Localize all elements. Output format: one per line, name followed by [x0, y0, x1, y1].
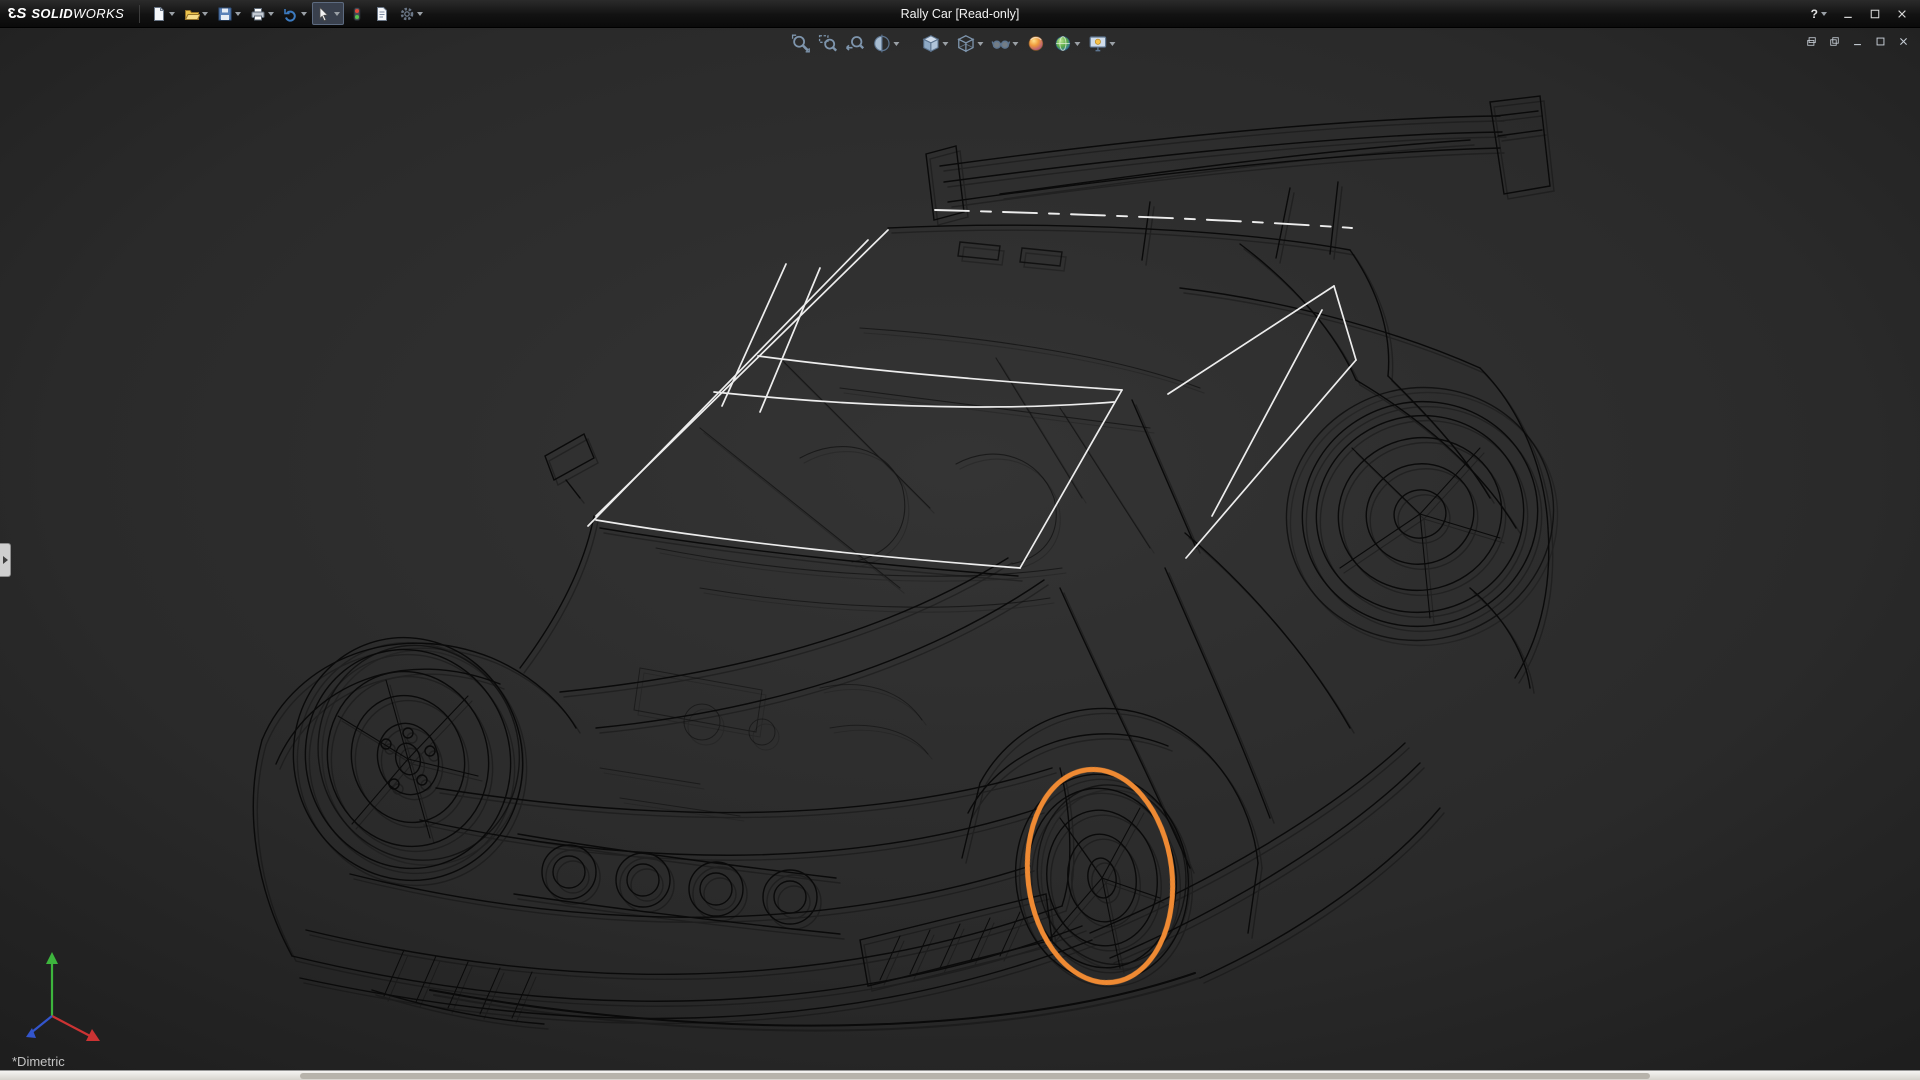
doc-maximize-button[interactable] — [1871, 34, 1889, 49]
rally-car-wireframe-view[interactable] — [0, 28, 1920, 1070]
win-restore-icon — [1829, 36, 1840, 47]
doc-close-button[interactable] — [1894, 34, 1912, 49]
open-button[interactable] — [180, 2, 212, 25]
solidworks-logo: 3S SOLIDWORKS — [0, 6, 132, 21]
document-window-controls — [1802, 34, 1912, 49]
titlebar-right-controls: ? — [1806, 4, 1920, 24]
apply-scene-button[interactable] — [1050, 32, 1083, 55]
win-min-icon — [1842, 8, 1854, 20]
glasses-icon — [991, 34, 1010, 53]
win-max-icon — [1869, 8, 1881, 20]
select-icon — [316, 6, 332, 22]
doc-minimize-button[interactable] — [1848, 34, 1866, 49]
headsup-view-toolbar — [788, 32, 1118, 55]
zoom-area-icon — [818, 34, 837, 53]
display-style-icon — [956, 34, 975, 53]
options-icon — [399, 6, 415, 22]
help-label: ? — [1811, 7, 1818, 21]
print-icon — [250, 6, 266, 22]
scene-icon — [1053, 34, 1072, 53]
maximize-window-button[interactable] — [1862, 4, 1887, 24]
toolbar-separator — [139, 5, 140, 23]
save-icon — [217, 6, 233, 22]
zoom-fit-icon — [791, 34, 810, 53]
brand-wordmark: SOLIDWORKS — [31, 6, 124, 21]
win-min-icon — [1852, 36, 1863, 47]
rebuild-button[interactable] — [345, 2, 369, 25]
featuremanager-flyout-arrow[interactable] — [0, 543, 11, 577]
dropdown-caret-icon[interactable] — [1074, 42, 1080, 46]
file-props-icon — [374, 6, 390, 22]
view-orientation-label: *Dimetric — [12, 1054, 65, 1069]
solidworks-window: 3S SOLIDWORKS Rally Car [Read-only] ? — [0, 0, 1920, 1080]
help-button[interactable]: ? — [1806, 5, 1832, 23]
section-icon — [872, 34, 891, 53]
display-style-button[interactable] — [953, 32, 986, 55]
new-doc-icon — [151, 6, 167, 22]
dropdown-caret-icon[interactable] — [1012, 42, 1018, 46]
win-cascade-icon — [1806, 36, 1817, 47]
file-toolbar — [147, 2, 427, 25]
close-window-button[interactable] — [1889, 4, 1914, 24]
zoom-to-area-button[interactable] — [815, 32, 840, 55]
dropdown-caret-icon[interactable] — [268, 12, 274, 16]
open-icon — [184, 6, 200, 22]
rebuild-icon — [349, 6, 365, 22]
dropdown-caret-icon[interactable] — [1109, 42, 1115, 46]
zoom-to-fit-button[interactable] — [788, 32, 813, 55]
dropdown-caret-icon[interactable] — [942, 42, 948, 46]
print-button[interactable] — [246, 2, 278, 25]
3ds-logo-icon: 3S — [8, 6, 26, 21]
dropdown-caret-icon[interactable] — [169, 12, 175, 16]
window-buttons — [1835, 4, 1914, 24]
undo-icon — [283, 6, 299, 22]
graphics-area[interactable]: *Dimetric — [0, 28, 1920, 1070]
prev-view-icon — [845, 34, 864, 53]
dropdown-caret-icon[interactable] — [977, 42, 983, 46]
options-button[interactable] — [395, 2, 427, 25]
doc-cascade-button[interactable] — [1802, 34, 1820, 49]
minimize-window-button[interactable] — [1835, 4, 1860, 24]
win-max-icon — [1875, 36, 1886, 47]
view-orientation-button[interactable] — [918, 32, 951, 55]
dropdown-caret-icon[interactable] — [235, 12, 241, 16]
win-close-icon — [1896, 8, 1908, 20]
view-settings-icon — [1088, 34, 1107, 53]
status-bar — [0, 1070, 1920, 1080]
dropdown-caret-icon[interactable] — [417, 12, 423, 16]
dropdown-caret-icon[interactable] — [301, 12, 307, 16]
undo-button[interactable] — [279, 2, 311, 25]
dropdown-caret-icon — [1821, 12, 1827, 16]
edit-appearance-button[interactable] — [1023, 32, 1048, 55]
save-button[interactable] — [213, 2, 245, 25]
previous-view-button[interactable] — [842, 32, 867, 55]
win-close-icon — [1898, 36, 1909, 47]
dropdown-caret-icon[interactable] — [893, 42, 899, 46]
cube-icon — [921, 34, 940, 53]
chevron-right-icon — [3, 556, 8, 564]
dropdown-caret-icon[interactable] — [334, 12, 340, 16]
view-settings-button[interactable] — [1085, 32, 1118, 55]
file-properties-button[interactable] — [370, 2, 394, 25]
hide-show-items-button[interactable] — [988, 32, 1021, 55]
horizontal-scrollbar[interactable] — [300, 1073, 1650, 1079]
section-view-button[interactable] — [869, 32, 902, 55]
titlebar: 3S SOLIDWORKS Rally Car [Read-only] ? — [0, 0, 1920, 28]
select-button[interactable] — [312, 2, 344, 25]
dropdown-caret-icon[interactable] — [202, 12, 208, 16]
window-title: Rally Car [Read-only] — [300, 7, 1620, 21]
new-document-button[interactable] — [147, 2, 179, 25]
appearance-icon — [1026, 34, 1045, 53]
toolbar-gap — [904, 43, 916, 44]
doc-restore-button[interactable] — [1825, 34, 1843, 49]
